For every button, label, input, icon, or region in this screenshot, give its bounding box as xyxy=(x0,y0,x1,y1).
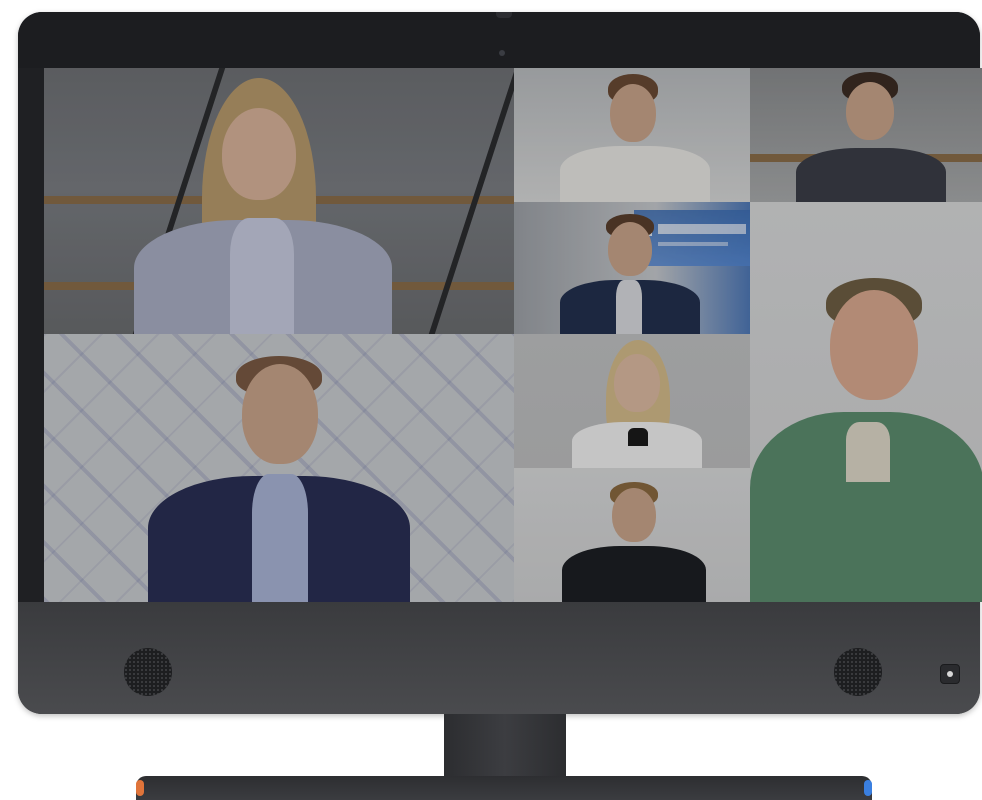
participant-tile-4[interactable] xyxy=(514,202,750,334)
participant-3-video xyxy=(790,72,950,202)
participant-tile-7[interactable] xyxy=(514,468,750,602)
accent-light-right xyxy=(864,780,872,796)
power-icon xyxy=(947,671,953,677)
accent-light-left xyxy=(136,780,144,796)
power-button[interactable] xyxy=(940,664,960,684)
camera-notch xyxy=(496,12,512,18)
participant-tile-2[interactable] xyxy=(514,68,750,202)
participant-8-video xyxy=(750,272,982,602)
participant-tile-5[interactable] xyxy=(44,334,514,602)
participant-tile-8[interactable] xyxy=(750,202,982,602)
participant-5-video xyxy=(148,356,418,602)
camera-icon xyxy=(499,50,505,56)
participant-6-video xyxy=(562,340,712,468)
participant-tile-1[interactable] xyxy=(44,68,514,334)
video-call-screen xyxy=(44,68,982,602)
monitor-top-bezel xyxy=(18,12,980,68)
monitor-stand-base xyxy=(136,776,872,800)
participant-4-video xyxy=(550,214,710,334)
participant-7-video xyxy=(554,482,714,602)
participant-1-video xyxy=(134,78,394,334)
speaker-icon xyxy=(834,648,882,696)
participant-2-video xyxy=(554,74,714,202)
participant-tile-6[interactable] xyxy=(514,334,750,468)
monitor-stand-neck xyxy=(444,714,566,780)
speaker-icon xyxy=(124,648,172,696)
monitor xyxy=(18,12,982,714)
participant-tile-3[interactable] xyxy=(750,68,982,202)
